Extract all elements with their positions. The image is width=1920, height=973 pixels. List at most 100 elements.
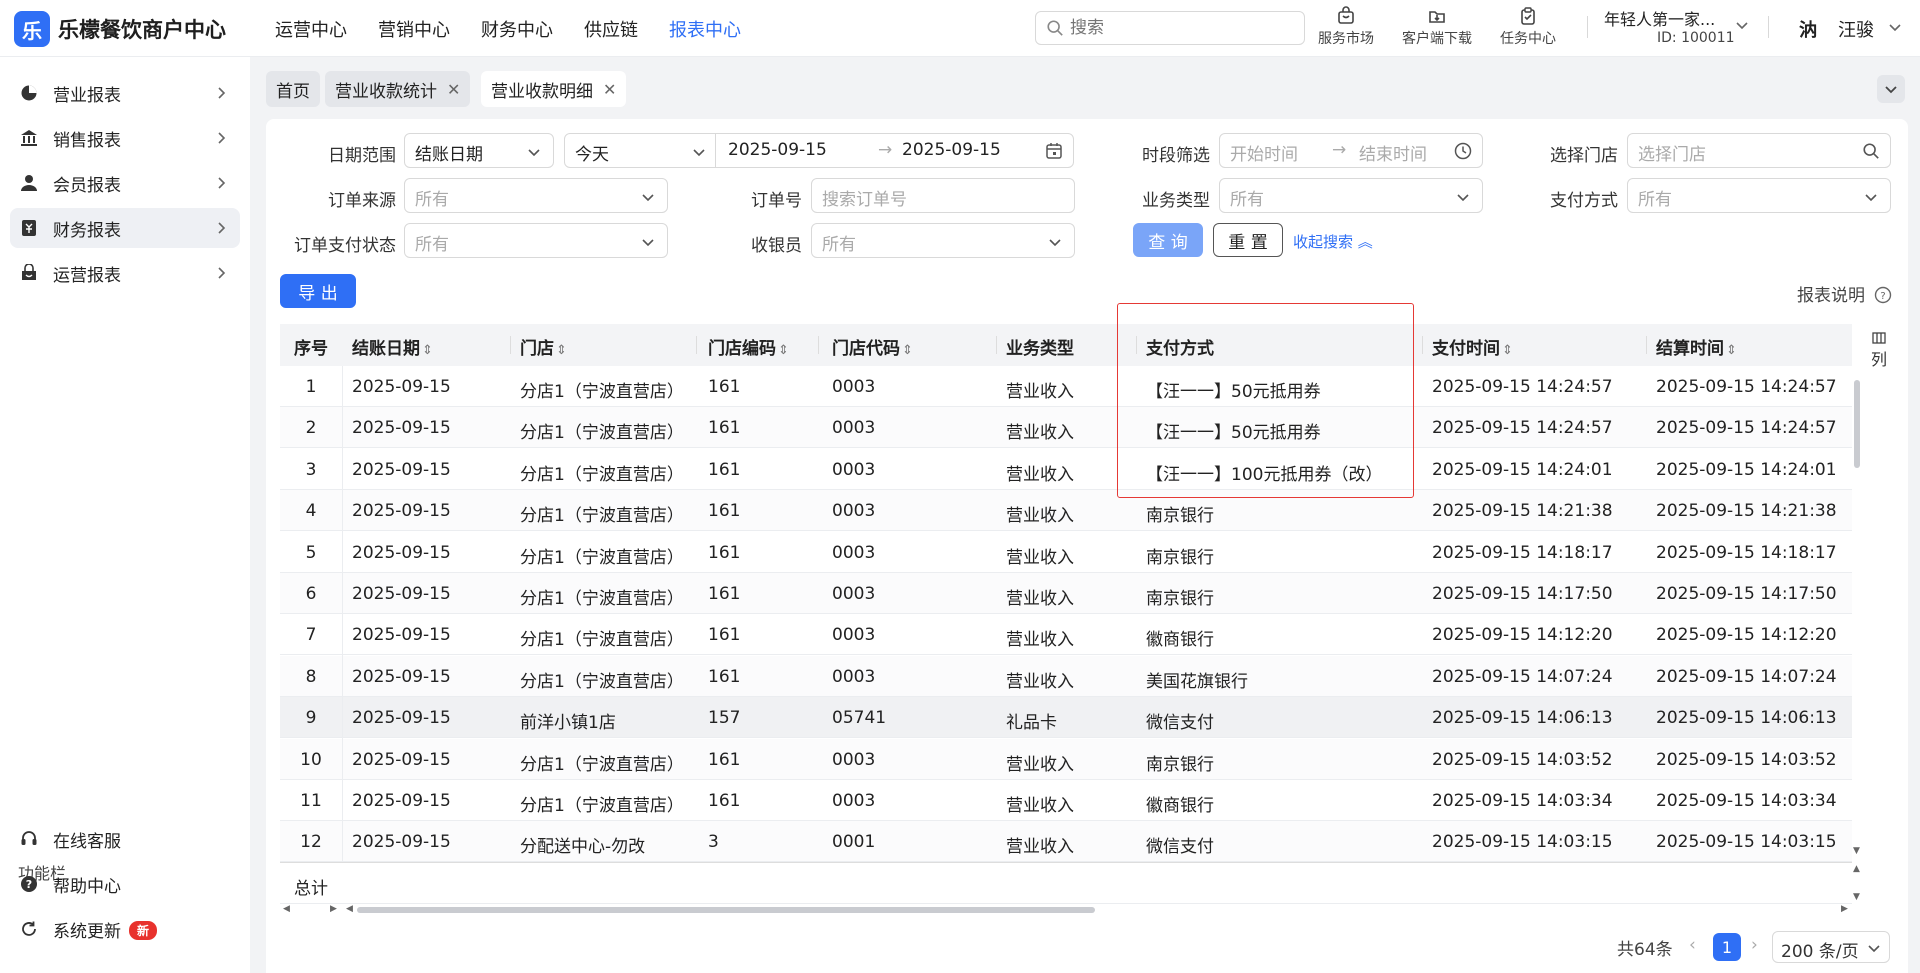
search-icon <box>1863 143 1879 159</box>
table-row[interactable]: 4 2025-09-15 分店1（宁波直营店） 161 0003 营业收入 南京银行 2025… <box>280 490 1852 532</box>
vertical-scrollbar[interactable] <box>1854 380 1860 468</box>
sidebar-item-sales-report[interactable]: 销售报表 <box>10 118 240 158</box>
table-row[interactable]: 2 2025-09-15 分店1（宁波直营店） 161 0003 营业收入 【汪一一】50元… <box>280 407 1852 449</box>
sidebar-item-member-report[interactable]: 会员报表 <box>10 163 240 203</box>
help-center-button[interactable]: ? 帮助中心 <box>10 864 240 904</box>
column-header[interactable]: 结账日期 ⇕ <box>352 334 433 359</box>
avatar[interactable]: 汭 <box>1790 14 1826 44</box>
highlight-box <box>1117 303 1414 498</box>
scroll-left-icon[interactable]: ◀ <box>283 904 290 914</box>
sort-icon[interactable]: ⇕ <box>1726 343 1737 358</box>
column-header[interactable]: 支付时间 ⇕ <box>1432 334 1513 359</box>
column-header[interactable]: 门店 ⇕ <box>520 334 567 359</box>
date-type-select[interactable]: 结账日期 <box>404 133 554 168</box>
sidebar-item-label: 营业报表 <box>53 86 121 106</box>
online-support-button[interactable]: 在线客服 <box>10 819 240 859</box>
sort-icon[interactable]: ⇕ <box>556 343 567 358</box>
table-cell: 美国花旗银行 <box>1146 671 1248 692</box>
prev-page-icon[interactable]: ‹ <box>1689 935 1696 955</box>
nav-marketing[interactable]: 营销中心 <box>378 16 450 42</box>
table-row[interactable]: 10 2025-09-15 分店1（宁波直营店） 161 0003 营业收入 南京银行 202… <box>280 738 1852 780</box>
global-search[interactable] <box>1035 11 1305 45</box>
tab-home[interactable]: 首页 <box>266 71 320 107</box>
table-row[interactable]: 6 2025-09-15 分店1（宁波直营店） 161 0003 营业收入 南京银行 2025… <box>280 573 1852 614</box>
page-size-select[interactable]: 200 条/页 <box>1772 931 1890 963</box>
app-logo-icon[interactable]: 乐 <box>14 11 50 47</box>
user-name[interactable]: 汪骏 <box>1838 16 1874 42</box>
table-cell: 2025-09-15 14:12:20 <box>1656 625 1837 646</box>
tab-menu-button[interactable] <box>1877 75 1905 103</box>
tab-revenue-detail[interactable]: 营业收款明细 ✕ <box>481 71 627 107</box>
sidebar-item-finance-report[interactable]: 财务报表 <box>10 208 240 248</box>
table-cell: 南京银行 <box>1146 506 1214 527</box>
table-row[interactable]: 11 2025-09-15 分店1（宁波直营店） 161 0003 营业收入 徽商银行 202… <box>280 780 1852 821</box>
system-update-button[interactable]: 系统更新新 <box>10 909 240 949</box>
order-no-input[interactable]: 搜索订单号 <box>811 178 1075 213</box>
date-range-picker[interactable]: 今天 2025-09-15 → 2025-09-15 <box>564 133 1074 168</box>
column-header-label: 结账日期 <box>352 339 420 359</box>
scroll-right-icon[interactable]: ▶ <box>330 904 337 914</box>
table-row[interactable]: 1 2025-09-15 分店1（宁波直营店） 161 0003 营业收入 【汪一一】50元… <box>280 366 1852 407</box>
horizontal-scrollbar[interactable] <box>357 907 1095 913</box>
table-cell: 2025-09-15 <box>352 708 451 729</box>
table-row[interactable]: 8 2025-09-15 分店1（宁波直营店） 161 0003 营业收入 美国花旗银行 20… <box>280 655 1852 697</box>
reset-button[interactable]: 重 置 <box>1213 223 1283 257</box>
sort-icon[interactable]: ⇕ <box>1502 343 1513 358</box>
business-type-select[interactable]: 所有 <box>1219 178 1483 213</box>
store-name[interactable]: 年轻人第一家... <box>1604 6 1715 30</box>
store-select[interactable]: 选择门店 <box>1627 133 1891 168</box>
payment-method-select[interactable]: 所有 <box>1627 178 1891 213</box>
query-button[interactable]: 查 询 <box>1133 223 1203 257</box>
search-input[interactable] <box>1070 16 1295 40</box>
page-number-current[interactable]: 1 <box>1713 933 1741 961</box>
column-header[interactable]: 门店编码 ⇕ <box>708 334 789 359</box>
chevron-down-icon[interactable] <box>1888 20 1902 34</box>
export-button[interactable]: 导 出 <box>280 274 356 308</box>
close-icon[interactable]: ✕ <box>447 80 460 99</box>
sort-icon[interactable]: ⇕ <box>902 343 913 358</box>
column-header[interactable]: 结算时间 ⇕ <box>1656 334 1737 359</box>
scroll-left-icon[interactable]: ◀ <box>346 904 353 914</box>
nav-operations[interactable]: 运营中心 <box>275 16 347 42</box>
collapse-search-link[interactable]: 收起搜索 ︽ <box>1293 231 1373 252</box>
report-help-link[interactable]: 报表说明 ? <box>1797 281 1892 306</box>
date-start-value[interactable]: 2025-09-15 <box>728 140 827 160</box>
service-market-button[interactable]: 服务市场 <box>1318 6 1374 48</box>
order-source-select[interactable]: 所有 <box>404 178 668 213</box>
nav-supply-chain[interactable]: 供应链 <box>584 16 638 42</box>
scroll-down-icon[interactable]: ▼ <box>1853 846 1860 856</box>
divider <box>1768 16 1769 38</box>
table-row[interactable]: 5 2025-09-15 分店1（宁波直营店） 161 0003 营业收入 南京银行 2025… <box>280 531 1852 573</box>
shop-bag-icon <box>1338 6 1354 24</box>
table-row[interactable]: 7 2025-09-15 分店1（宁波直营店） 161 0003 营业收入 徽商银行 2025… <box>280 614 1852 656</box>
table-row[interactable]: 3 2025-09-15 分店1（宁波直营店） 161 0003 营业收入 【汪一一】100… <box>280 448 1852 490</box>
cashier-select[interactable]: 所有 <box>811 223 1075 258</box>
close-icon[interactable]: ✕ <box>603 80 616 99</box>
table-row[interactable]: 9 2025-09-15 前洋小镇1店 157 05741 礼品卡 微信支付 2025-09-… <box>280 697 1852 739</box>
payment-status-select[interactable]: 所有 <box>404 223 668 258</box>
chevron-down-icon[interactable] <box>1735 18 1749 32</box>
store-placeholder: 选择门店 <box>1638 145 1706 165</box>
next-page-icon[interactable]: › <box>1751 935 1758 955</box>
column-settings-button[interactable]: 列 <box>1864 330 1894 370</box>
sidebar-item-operations-report[interactable]: 运营报表 <box>10 253 240 293</box>
column-header[interactable]: 门店代码 ⇕ <box>832 334 913 359</box>
nav-reports[interactable]: 报表中心 <box>669 16 741 42</box>
tab-revenue-summary[interactable]: 营业收款统计 ✕ <box>325 71 471 107</box>
scroll-down-icon[interactable]: ▼ <box>1853 892 1860 902</box>
sort-icon[interactable]: ⇕ <box>422 343 433 358</box>
column-settings-label: 列 <box>1870 350 1887 369</box>
time-start-placeholder: 开始时间 <box>1230 145 1298 165</box>
client-download-button[interactable]: 客户端下载 <box>1402 6 1472 48</box>
scroll-up-icon[interactable]: ▲ <box>1853 864 1860 874</box>
brand-name[interactable]: 乐檬餐饮商户中心 <box>58 14 226 44</box>
sidebar-item-business-report[interactable]: 营业报表 <box>10 73 240 113</box>
time-range-picker[interactable]: 开始时间 → 结束时间 <box>1219 133 1483 168</box>
sort-icon[interactable]: ⇕ <box>778 343 789 358</box>
scroll-right-icon[interactable]: ▶ <box>1841 904 1848 914</box>
table-row[interactable]: 12 2025-09-15 分配送中心-勿改 3 0001 营业收入 微信支付 2025-09… <box>280 821 1852 863</box>
calendar-icon <box>1046 143 1062 159</box>
nav-finance[interactable]: 财务中心 <box>481 16 553 42</box>
task-center-button[interactable]: 任务中心 <box>1500 6 1556 48</box>
date-end-value[interactable]: 2025-09-15 <box>902 140 1001 160</box>
